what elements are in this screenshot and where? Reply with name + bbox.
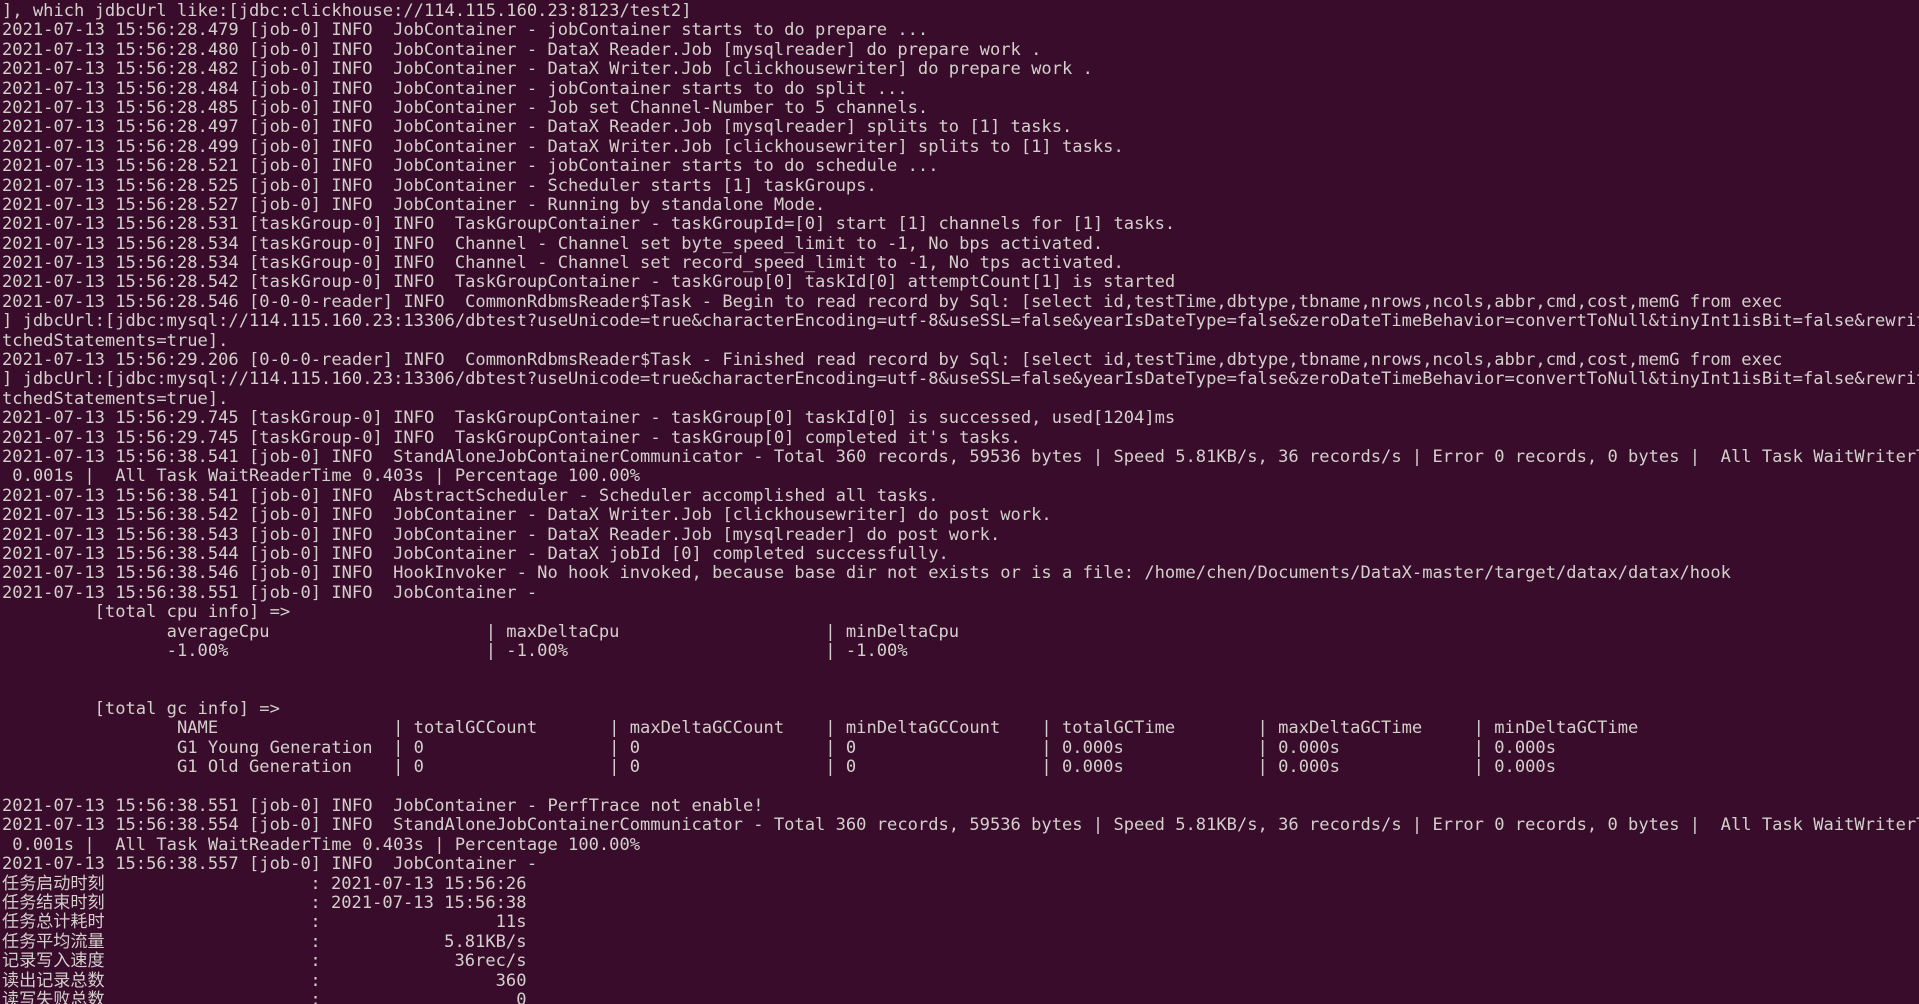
terminal-line: 2021-07-13 15:56:28.480 [job-0] INFO Job…: [2, 39, 1042, 60]
terminal-line: 记录写入速度 : 36rec/s: [2, 951, 527, 972]
terminal-line: 2021-07-13 15:56:38.541 [job-0] INFO Abs…: [2, 485, 939, 506]
terminal-line: 2021-07-13 15:56:38.551 [job-0] INFO Job…: [2, 796, 764, 817]
terminal-line: averageCpu | maxDeltaCpu | minDeltaCpu: [2, 621, 1165, 642]
terminal-line: 0.001s | All Task WaitReaderTime 0.403s …: [2, 466, 641, 487]
terminal-line: 2021-07-13 15:56:28.499 [job-0] INFO Job…: [2, 136, 1124, 157]
terminal-line: 2021-07-13 15:56:29.745 [taskGroup-0] IN…: [2, 427, 1021, 448]
terminal-line: 0.001s | All Task WaitReaderTime 0.403s …: [2, 834, 641, 855]
terminal-line: [total gc info] =>: [2, 699, 291, 720]
terminal-line: 2021-07-13 15:56:38.541 [job-0] INFO Sta…: [2, 446, 1919, 467]
terminal-line: 任务平均流量 : 5.81KB/s: [2, 931, 527, 952]
terminal-output-pane[interactable]: ], which jdbcUrl like:[jdbc:clickhouse:/…: [0, 0, 1919, 1004]
terminal-line: G1 Young Generation | 0 | 0 | 0 | 0.000s…: [2, 737, 1690, 758]
terminal-line: [total cpu info] =>: [2, 602, 301, 623]
terminal-line: 2021-07-13 15:56:38.542 [job-0] INFO Job…: [2, 505, 1052, 526]
terminal-line: 任务启动时刻 : 2021-07-13 15:56:26: [2, 873, 527, 894]
terminal-line: ] jdbcUrl:[jdbc:mysql://114.115.160.23:1…: [2, 369, 1919, 390]
terminal-line: 2021-07-13 15:56:29.206 [0-0-0-reader] I…: [2, 350, 1783, 371]
terminal-line: 2021-07-13 15:56:29.745 [taskGroup-0] IN…: [2, 408, 1176, 429]
terminal-line: NAME | totalGCCount | maxDeltaGCCount | …: [2, 718, 1690, 739]
terminal-line: 2021-07-13 15:56:38.543 [job-0] INFO Job…: [2, 524, 1001, 545]
terminal-line: 2021-07-13 15:56:28.525 [job-0] INFO Job…: [2, 175, 877, 196]
terminal-line: 2021-07-13 15:56:28.521 [job-0] INFO Job…: [2, 156, 939, 177]
terminal-line: 2021-07-13 15:56:38.557 [job-0] INFO Job…: [2, 854, 548, 875]
terminal-line: 2021-07-13 15:56:28.484 [job-0] INFO Job…: [2, 78, 908, 99]
terminal-line: 2021-07-13 15:56:28.485 [job-0] INFO Job…: [2, 97, 929, 118]
terminal-line: 2021-07-13 15:56:28.527 [job-0] INFO Job…: [2, 194, 826, 215]
terminal-line: ], which jdbcUrl like:[jdbc:clickhouse:/…: [2, 1, 692, 21]
terminal-line: tchedStatements=true].: [2, 388, 229, 409]
terminal-line: 2021-07-13 15:56:28.531 [taskGroup-0] IN…: [2, 214, 1176, 235]
terminal-line: tchedStatements=true].: [2, 330, 229, 351]
terminal-line: 2021-07-13 15:56:28.534 [taskGroup-0] IN…: [2, 233, 1104, 254]
terminal-line: -1.00% | -1.00% | -1.00%: [2, 640, 1155, 661]
terminal-line: 2021-07-13 15:56:38.551 [job-0] INFO Job…: [2, 582, 548, 603]
terminal-line: 2021-07-13 15:56:28.542 [taskGroup-0] IN…: [2, 272, 1176, 293]
terminal-line: 2021-07-13 15:56:38.544 [job-0] INFO Job…: [2, 543, 949, 564]
terminal-line: 2021-07-13 15:56:28.479 [job-0] INFO Job…: [2, 20, 929, 41]
terminal-line: 2021-07-13 15:56:38.546 [job-0] INFO Hoo…: [2, 563, 1731, 584]
terminal-line: 读写失败总数 : 0: [2, 989, 527, 1004]
terminal-line: 任务总计耗时 : 11s: [2, 912, 527, 933]
terminal-line: 2021-07-13 15:56:28.534 [taskGroup-0] IN…: [2, 253, 1124, 274]
terminal-line: ] jdbcUrl:[jdbc:mysql://114.115.160.23:1…: [2, 311, 1919, 332]
terminal-line: G1 Old Generation | 0 | 0 | 0 | 0.000s |…: [2, 757, 1690, 778]
terminal-line: 任务结束时刻 : 2021-07-13 15:56:38: [2, 892, 527, 913]
terminal-line: 2021-07-13 15:56:28.497 [job-0] INFO Job…: [2, 117, 1073, 138]
terminal-line: 2021-07-13 15:56:28.546 [0-0-0-reader] I…: [2, 291, 1783, 312]
terminal-line: 读出记录总数 : 360: [2, 970, 527, 991]
terminal-line: 2021-07-13 15:56:28.482 [job-0] INFO Job…: [2, 59, 1093, 80]
terminal-line: 2021-07-13 15:56:38.554 [job-0] INFO Sta…: [2, 815, 1919, 836]
